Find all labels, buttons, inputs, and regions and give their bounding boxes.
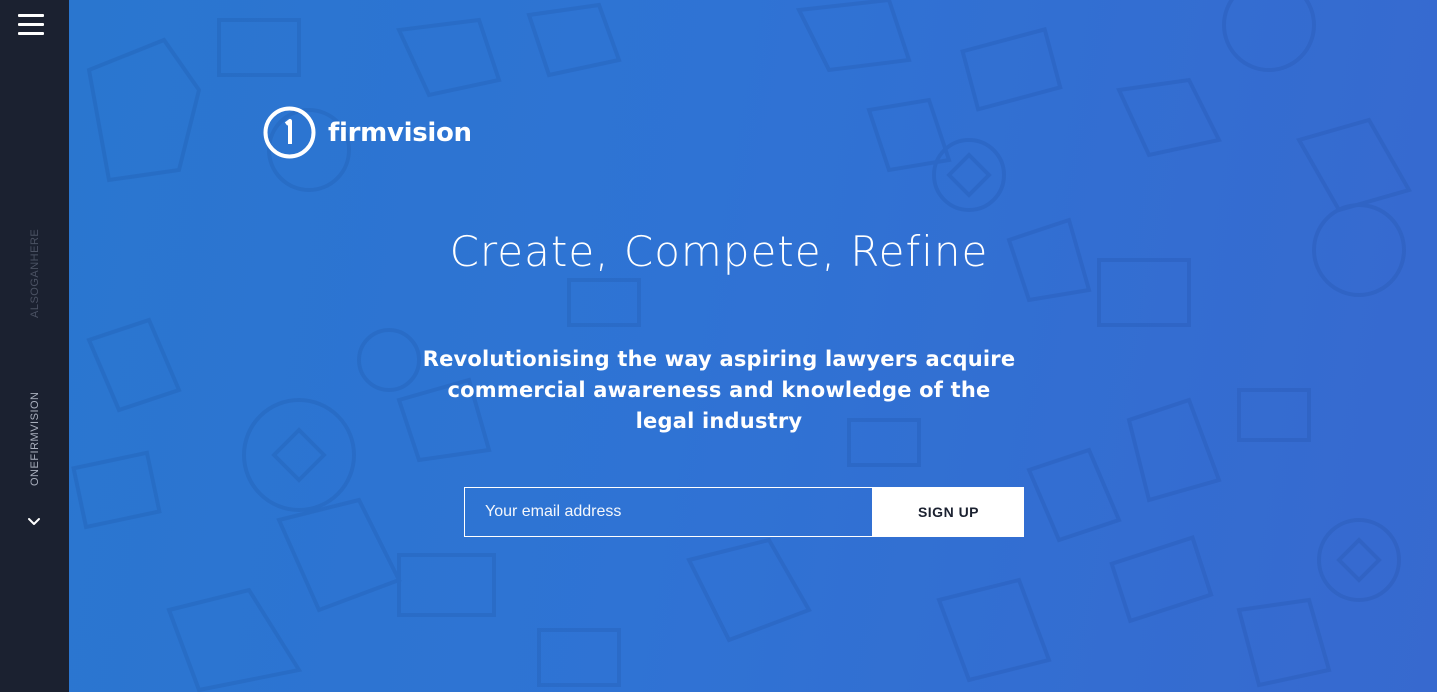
email-input[interactable] xyxy=(464,487,873,537)
hero-section: firmvision Create, Compete, Refine Revol… xyxy=(69,0,1437,692)
logo-name: firmvision xyxy=(328,117,472,148)
sidebar: ALSOGANHERE ONEFIRMVISION xyxy=(0,0,69,692)
sidebar-slogan: ALSOGANHERE xyxy=(29,228,41,318)
menu-icon[interactable] xyxy=(18,14,44,38)
hero-subheadline: Revolutionising the way aspiring lawyers… xyxy=(422,347,1016,433)
sidebar-brand-link[interactable]: ONEFIRMVISION xyxy=(29,391,41,486)
signup-form: SIGN UP xyxy=(464,487,1024,537)
logo-icon xyxy=(263,106,316,159)
chevron-down-icon[interactable] xyxy=(26,514,42,530)
hero-headline: Create, Compete, Refine xyxy=(449,227,989,276)
logo[interactable]: firmvision xyxy=(263,106,472,159)
landing-page: ALSOGANHERE ONEFIRMVISION firmvision Cre… xyxy=(0,0,1437,692)
signup-button[interactable]: SIGN UP xyxy=(873,487,1024,537)
